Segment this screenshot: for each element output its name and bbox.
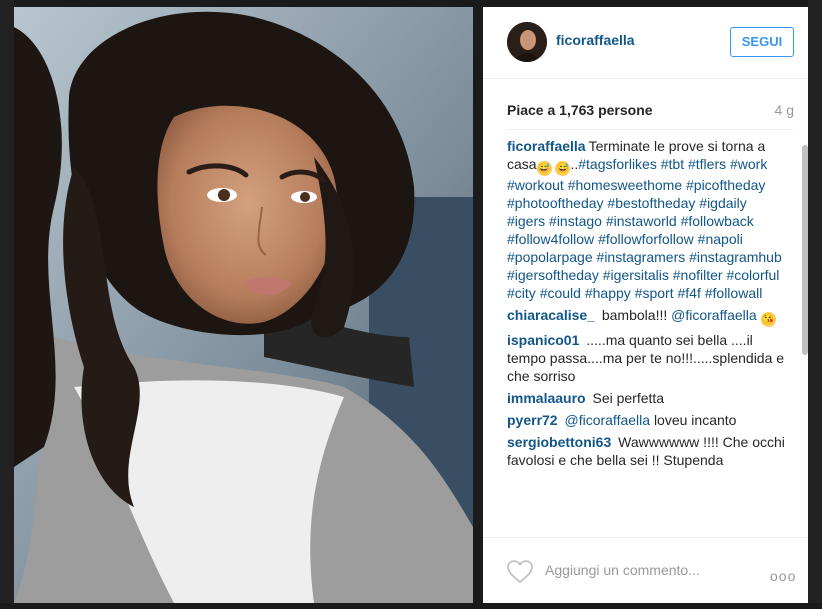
post-header: ficoraffaella SEGUI (483, 7, 808, 79)
hashtag-link[interactable]: #igersoftheday (507, 267, 599, 283)
comment-author[interactable]: ispanico01 (507, 332, 579, 348)
comment-mention[interactable]: @ficoraffaella (564, 412, 650, 428)
hashtag-link[interactable]: #tagsforlikes (578, 156, 657, 172)
hashtag-link[interactable]: #sport (635, 285, 674, 301)
post-sidebar: ficoraffaella SEGUI Piace a 1,763 person… (483, 7, 808, 603)
hashtag-link[interactable]: #work (730, 156, 767, 172)
caption-hashtags: #tagsforlikes #tbt #tflers #work #workou… (507, 156, 782, 301)
kiss-face-icon: 😘 (760, 312, 776, 327)
likes-count[interactable]: Piace a 1,763 persone (507, 102, 653, 118)
hashtag-link[interactable]: #tflers (688, 156, 726, 172)
comment-text: Sei perfetta (592, 390, 665, 406)
hashtag-link[interactable]: #napoli (698, 231, 743, 247)
heart-icon[interactable] (507, 560, 533, 584)
hashtag-link[interactable]: #workout (507, 177, 564, 193)
comment-author[interactable]: sergiobettoni63 (507, 434, 611, 450)
follow-button[interactable]: SEGUI (730, 27, 794, 57)
comment-input[interactable]: Aggiungi un commento... (545, 562, 700, 578)
hashtag-link[interactable]: #city (507, 285, 536, 301)
list-item: pyerr72 @ficoraffaella loveu incanto (507, 411, 787, 429)
hashtag-link[interactable]: #instagramers (597, 249, 686, 265)
list-item: immalaauro Sei perfetta (507, 389, 787, 407)
hashtag-link[interactable]: #nofilter (673, 267, 723, 283)
comment-text: bambola!!! (601, 307, 668, 323)
comment-mention[interactable]: @ficoraffaella (671, 307, 757, 323)
hashtag-link[interactable]: #popolarpage (507, 249, 593, 265)
caption: ficoraffaella Terminate le prove si torna… (507, 137, 787, 302)
hashtag-link[interactable]: #follow4follow (507, 231, 594, 247)
hashtag-link[interactable]: #igersitalis (603, 267, 669, 283)
post-footer: Aggiungi un commento... ooo (483, 537, 808, 603)
post-photo[interactable] (14, 7, 473, 603)
list-item: sergiobettoni63 Wawwwwww !!!! Che occhi … (507, 433, 787, 469)
caption-author[interactable]: ficoraffaella (507, 138, 586, 154)
frame-top (0, 0, 822, 7)
hashtag-link[interactable]: #igers (507, 213, 545, 229)
comment-text: loveu incanto (653, 412, 737, 428)
frame-right (808, 0, 822, 609)
hashtag-link[interactable]: #could (540, 285, 581, 301)
list-item: ispanico01 .....ma quanto sei bella ....… (507, 331, 787, 385)
list-item: chiaracalise_ bambola!!! @ficoraffaella … (507, 306, 787, 327)
hashtag-link[interactable]: #instagramhub (689, 249, 782, 265)
hashtag-link[interactable]: #happy (585, 285, 631, 301)
hashtag-link[interactable]: #followback (681, 213, 754, 229)
divider (507, 129, 793, 130)
sweat-smile-icon: 😅 (555, 161, 571, 176)
comments-list: ficoraffaella Terminate le prove si torna… (507, 137, 787, 532)
comment-author[interactable]: immalaauro (507, 390, 586, 406)
more-options-icon[interactable]: ooo (770, 568, 796, 584)
hashtag-link[interactable]: #homesweethome (568, 177, 682, 193)
avatar[interactable] (507, 22, 547, 62)
hashtag-link[interactable]: #instago (549, 213, 602, 229)
hashtag-link[interactable]: #f4f (677, 285, 700, 301)
comments-scrollbar[interactable] (802, 145, 808, 355)
hashtag-link[interactable]: #instaworld (606, 213, 677, 229)
comment-author[interactable]: chiaracalise_ (507, 307, 595, 323)
hashtag-link[interactable]: #photooftheday (507, 195, 604, 211)
post-username[interactable]: ficoraffaella (556, 32, 635, 48)
hashtag-link[interactable]: #tbt (661, 156, 684, 172)
hashtag-link[interactable]: #picoftheday (686, 177, 765, 193)
hashtag-link[interactable]: #followall (705, 285, 763, 301)
hashtag-link[interactable]: #bestoftheday (607, 195, 695, 211)
frame-left (0, 0, 14, 609)
frame-bottom (0, 603, 822, 609)
post-time: 4 g (774, 102, 794, 118)
hashtag-link[interactable]: #igdaily (699, 195, 746, 211)
hashtag-link[interactable]: #followforfollow (598, 231, 694, 247)
hashtag-link[interactable]: #colorful (726, 267, 779, 283)
comment-author[interactable]: pyerr72 (507, 412, 558, 428)
sweat-smile-icon: 😅 (536, 161, 552, 176)
